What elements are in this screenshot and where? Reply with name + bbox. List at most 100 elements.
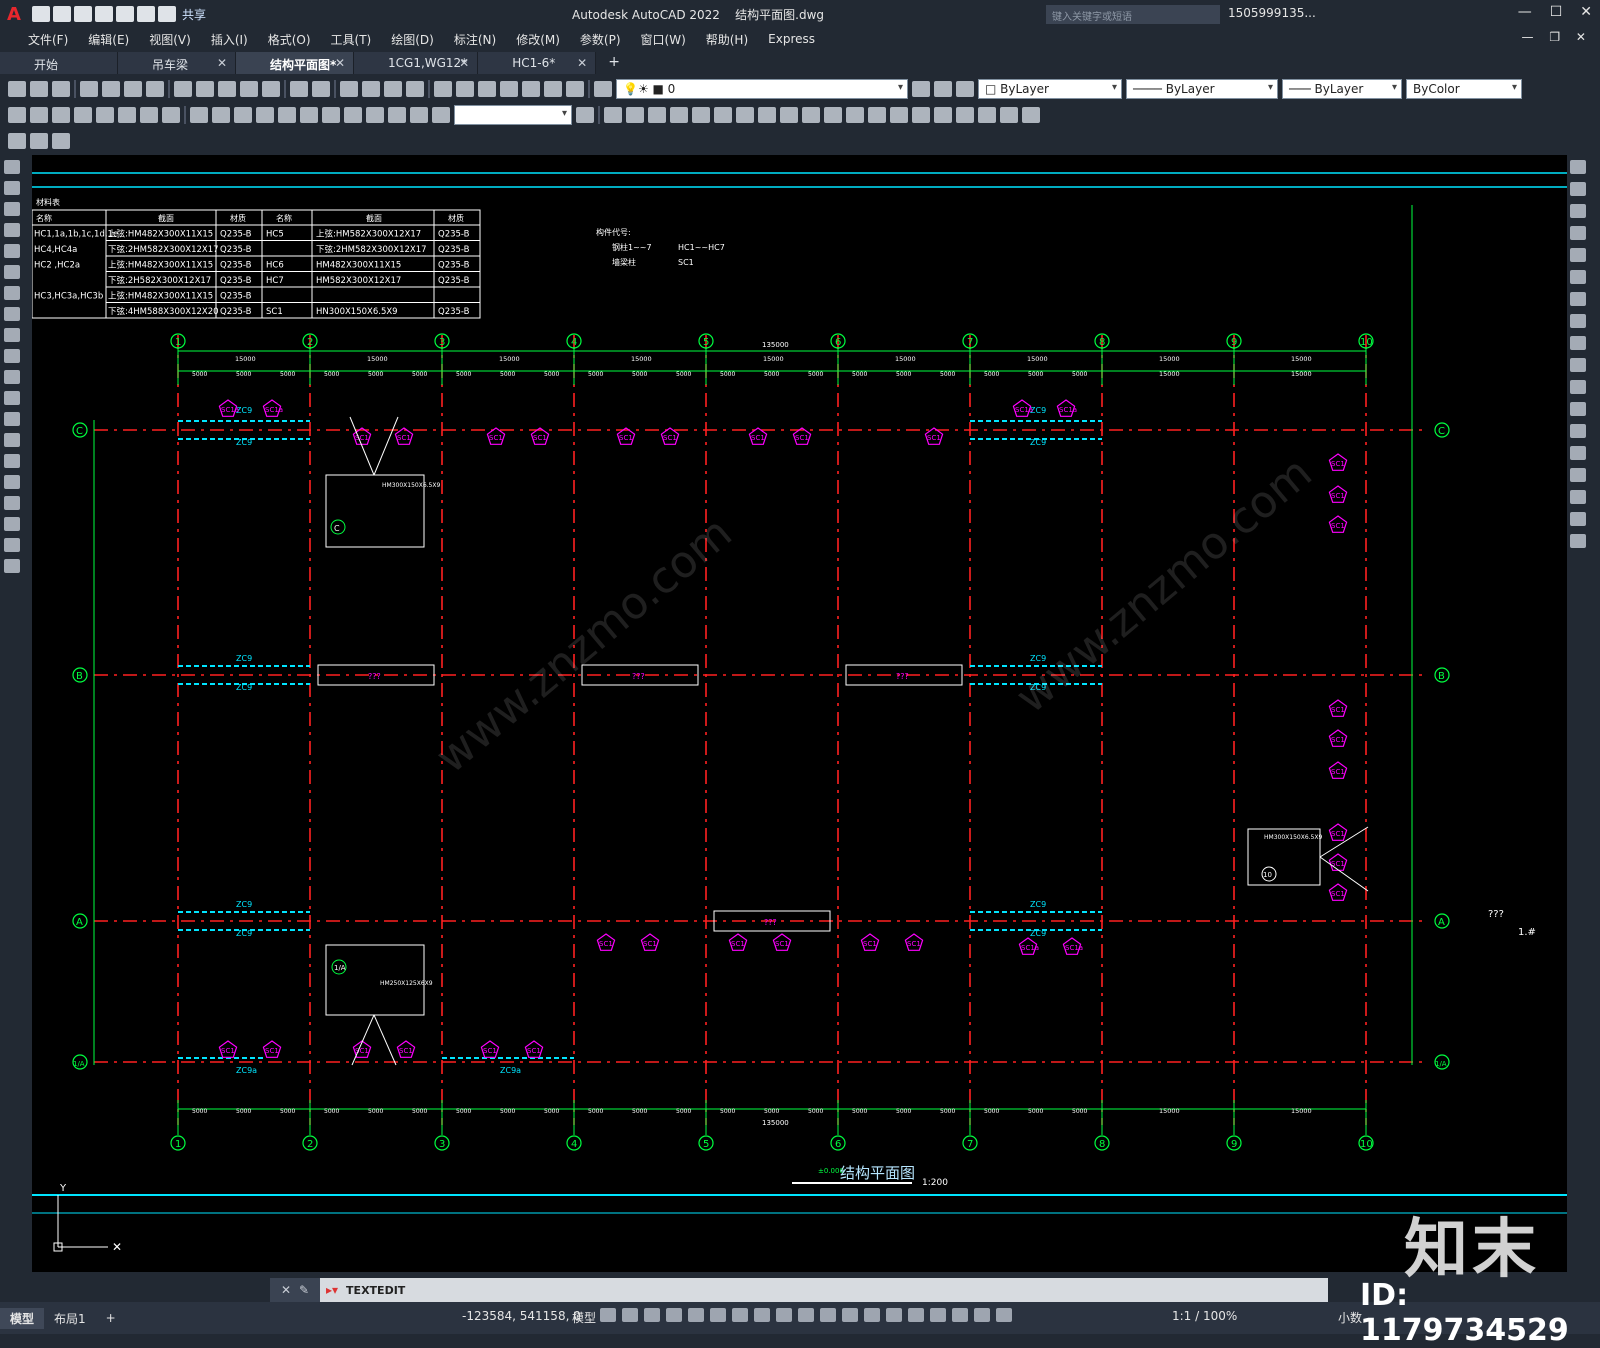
make-block-icon[interactable]	[30, 133, 48, 149]
zoom-previous-icon[interactable]	[406, 81, 424, 97]
arc-icon[interactable]	[4, 265, 20, 279]
save-icon[interactable]	[52, 81, 70, 97]
grid-icon[interactable]	[600, 1308, 616, 1322]
annotation-scale[interactable]: 1:1 / 100%	[1172, 1309, 1237, 1323]
tab-1cg1[interactable]: 1CG1,WG12* ✕	[354, 52, 479, 74]
mtext-icon[interactable]	[4, 538, 20, 552]
undo-icon[interactable]	[137, 6, 155, 22]
lineweight-dropdown[interactable]: ─── ByLayer	[1282, 79, 1402, 99]
gizmo-icon[interactable]	[930, 1308, 946, 1322]
pan-icon[interactable]	[340, 81, 358, 97]
ortho-icon[interactable]	[688, 1308, 704, 1322]
extend-icon[interactable]	[1570, 380, 1586, 394]
blend-icon[interactable]	[1570, 512, 1586, 526]
inspection-icon[interactable]	[344, 107, 362, 123]
layers-icon[interactable]	[52, 133, 70, 149]
plotstyle-dropdown[interactable]: ByColor	[1406, 79, 1522, 99]
otrack-icon[interactable]	[754, 1308, 770, 1322]
move-icon[interactable]	[1570, 270, 1586, 284]
drawing-canvas[interactable]: 材料表 名称 截面 材质 名称 截面 材质 HC1,1a,1b,1c,1d,1e…	[32, 155, 1567, 1272]
model-space-label[interactable]: 模型	[572, 1309, 596, 1326]
close-icon[interactable]: ✕	[1580, 4, 1592, 20]
layer-previous-icon[interactable]	[934, 81, 952, 97]
close-tab-icon[interactable]: ✕	[577, 56, 587, 70]
layer-dropdown[interactable]: 💡☀ ■ 0	[616, 79, 908, 99]
linetype-dropdown[interactable]: ──── ByLayer	[1126, 79, 1278, 99]
array-icon[interactable]	[1570, 248, 1586, 262]
annotation-visibility-icon[interactable]	[952, 1308, 968, 1322]
erase-icon[interactable]	[604, 107, 622, 123]
mirror-icon[interactable]	[648, 107, 666, 123]
aligned-dim-icon[interactable]	[30, 107, 48, 123]
tab-start[interactable]: 开始	[0, 52, 118, 74]
autocad-logo-icon[interactable]: A	[0, 0, 28, 28]
snap-icon[interactable]	[622, 1308, 638, 1322]
point-icon[interactable]	[4, 433, 20, 447]
tab-structural-plan[interactable]: 结构平面图* ✕	[236, 52, 354, 74]
dim-style-icon[interactable]	[576, 107, 594, 123]
quick-dim-icon[interactable]	[190, 107, 208, 123]
dim-break-icon[interactable]	[278, 107, 296, 123]
menu-insert[interactable]: 插入(I)	[201, 31, 258, 48]
trim-icon[interactable]	[802, 107, 820, 123]
baseline-dim-icon[interactable]	[212, 107, 230, 123]
dim-edit-icon[interactable]	[388, 107, 406, 123]
lineweight-icon[interactable]	[798, 1308, 814, 1322]
construction-line-icon[interactable]	[4, 181, 20, 195]
block-editor-icon[interactable]	[262, 81, 280, 97]
menu-dimension[interactable]: 标注(N)	[444, 31, 506, 48]
stretch-icon[interactable]	[780, 107, 798, 123]
dimstyle-dropdown[interactable]	[454, 105, 572, 125]
menu-edit[interactable]: 编辑(E)	[78, 31, 139, 48]
menu-file[interactable]: 文件(F)	[18, 31, 78, 48]
document-window-controls[interactable]: — ❐ ✕	[1522, 30, 1592, 44]
fillet-icon[interactable]	[1570, 490, 1586, 504]
menu-draw[interactable]: 绘图(D)	[381, 31, 444, 48]
tab-layout1[interactable]: 布局1	[44, 1308, 96, 1329]
rotate-icon[interactable]	[736, 107, 754, 123]
hatch-icon[interactable]	[4, 454, 20, 468]
user-account[interactable]: 1505999135...	[1228, 6, 1316, 20]
ordinate-dim-icon[interactable]	[74, 107, 92, 123]
explode-icon[interactable]	[1570, 534, 1586, 548]
help-search-input[interactable]: 键入关键字或短语	[1046, 5, 1220, 24]
dim-text-edit-icon[interactable]	[410, 107, 428, 123]
erase-icon[interactable]	[1570, 160, 1586, 174]
layer-state-icon[interactable]	[956, 81, 974, 97]
sheet-set-icon[interactable]	[500, 81, 518, 97]
gradient-icon[interactable]	[4, 475, 20, 489]
close-tab-icon[interactable]: ✕	[335, 56, 345, 70]
design-center-icon[interactable]	[456, 81, 474, 97]
selection-cycling-icon[interactable]	[842, 1308, 858, 1322]
tab-hc1-6[interactable]: HC1-6* ✕	[478, 52, 597, 74]
maximize-icon[interactable]: ☐	[1550, 4, 1563, 20]
copy-object-icon[interactable]	[626, 107, 644, 123]
dim-space-icon[interactable]	[256, 107, 274, 123]
selection-filter-icon[interactable]	[908, 1308, 924, 1322]
preview-icon[interactable]	[102, 81, 120, 97]
tool-palettes-icon[interactable]	[478, 81, 496, 97]
circle-icon[interactable]	[4, 286, 20, 300]
3d-osnap-icon[interactable]	[864, 1308, 880, 1322]
annotation-scale-icon[interactable]	[996, 1308, 1012, 1322]
offset-icon[interactable]	[670, 107, 688, 123]
command-prompt-icon[interactable]: ▸▾	[320, 1283, 338, 1297]
undo-icon[interactable]	[290, 81, 308, 97]
copy-icon[interactable]	[196, 81, 214, 97]
angular-dim-icon[interactable]	[162, 107, 180, 123]
ellipse-icon[interactable]	[4, 349, 20, 363]
add-selected-icon[interactable]	[4, 559, 20, 573]
scale-icon[interactable]	[1570, 314, 1586, 328]
insert-block-icon[interactable]	[8, 133, 26, 149]
properties-icon[interactable]	[434, 81, 452, 97]
center-mark-icon[interactable]	[322, 107, 340, 123]
markup-icon[interactable]	[522, 81, 540, 97]
zoom-realtime-icon[interactable]	[362, 81, 380, 97]
stretch-icon[interactable]	[1570, 336, 1586, 350]
region-icon[interactable]	[4, 496, 20, 510]
command-line[interactable]: ✕ ✎ ▸▾ TEXTEDIT	[270, 1278, 1328, 1302]
menu-tools[interactable]: 工具(T)	[321, 31, 382, 48]
help-icon[interactable]	[566, 81, 584, 97]
dynamic-input-icon[interactable]	[666, 1308, 682, 1322]
save-as-icon[interactable]	[95, 6, 113, 22]
